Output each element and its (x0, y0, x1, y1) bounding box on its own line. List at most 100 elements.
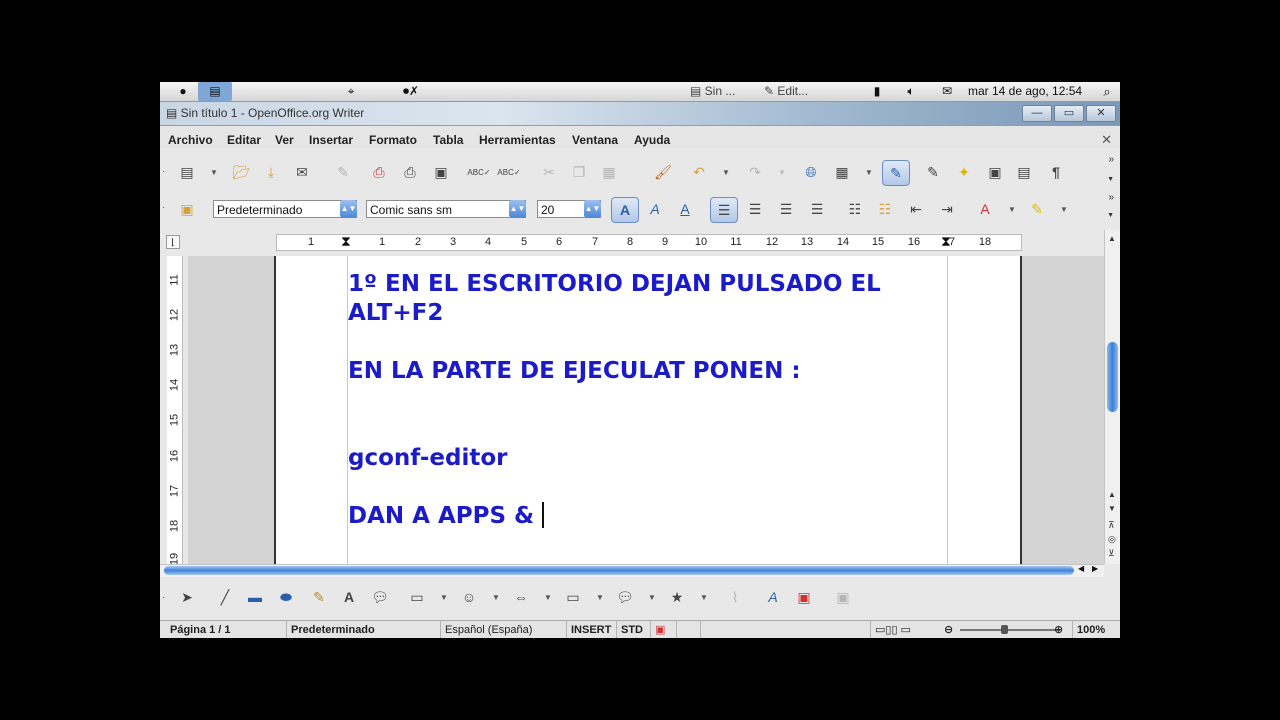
menu-editar[interactable]: Editar (227, 126, 261, 154)
document-paragraph[interactable] (348, 473, 948, 502)
zoom-out-icon[interactable]: ⊖ (944, 621, 953, 638)
mail-icon[interactable]: ✉ (938, 82, 956, 101)
zoom-level[interactable]: 100% (1072, 621, 1120, 638)
gallery-icon[interactable]: ▣ (984, 161, 1006, 183)
toolbar-grip-2[interactable]: · (162, 202, 165, 213)
next-page-icon[interactable]: ⊻ (1108, 548, 1115, 559)
flowchart-icon[interactable]: ▭ (562, 586, 584, 608)
font-color-icon[interactable]: A (974, 198, 996, 220)
new-document-icon[interactable]: ▤ (176, 161, 198, 183)
symbol-shapes-dropdown-icon[interactable]: ▼ (492, 593, 500, 602)
spellcheck-icon[interactable]: ABC✓ (467, 161, 490, 183)
align-right-icon[interactable]: ☰ (775, 198, 797, 220)
toolbar-dropdown-icon-2[interactable]: ▼ (1107, 212, 1114, 219)
symbol-shapes-icon[interactable]: ☺ (458, 586, 480, 608)
block-arrows-icon[interactable]: ⇔ (510, 586, 532, 608)
search-icon[interactable]: ⌕ (1098, 82, 1116, 101)
taskbar-item-editor[interactable]: ✎ Edit... (764, 82, 840, 101)
apple-icon[interactable]: ● (174, 82, 192, 101)
font-name-select[interactable]: Comic sans sm ▲▼ (366, 200, 526, 218)
highlight-dropdown-icon[interactable]: ▼ (1060, 205, 1068, 214)
data-sources-icon[interactable]: ▤ (1013, 161, 1035, 183)
table-dropdown-icon[interactable]: ▼ (865, 168, 873, 177)
language[interactable]: Español (España) (440, 621, 564, 638)
undo-dropdown-icon[interactable]: ▼ (722, 168, 730, 177)
menu-ayuda[interactable]: Ayuda (634, 126, 670, 154)
toolbar-grip[interactable]: · (162, 166, 165, 177)
page-count[interactable]: Página 1 / 1 (166, 621, 282, 638)
undo-icon[interactable]: ↶ (688, 161, 710, 183)
line-icon[interactable]: ╱ (214, 586, 236, 608)
toolbar-grip-3[interactable]: · (162, 592, 165, 603)
highlight-icon[interactable]: ✎ (1026, 198, 1048, 220)
menu-archivo[interactable]: Archivo (168, 126, 213, 154)
font-dropdown-icon[interactable]: ▲▼ (509, 200, 526, 218)
clock[interactable]: mar 14 de ago, 12:54 (968, 82, 1082, 101)
autospellcheck-icon[interactable]: ABC✓ (497, 161, 520, 183)
rectangle-icon[interactable]: ▬ (244, 586, 266, 608)
paragraph-style-select[interactable]: Predeterminado ▲▼ (213, 200, 357, 218)
justify-icon[interactable]: ☰ (806, 198, 828, 220)
basic-shapes-dropdown-icon[interactable]: ▼ (440, 593, 448, 602)
menu-formato[interactable]: Formato (369, 126, 417, 154)
callouts-dropdown-icon[interactable]: ▼ (648, 593, 656, 602)
document-page[interactable]: 1º EN EL ESCRITORIO DEJAN PULSADO EL ALT… (274, 256, 1022, 564)
redo-dropdown-icon[interactable]: ▼ (778, 168, 786, 177)
styles-icon[interactable]: ▣ (176, 198, 198, 220)
document-modified-icon[interactable]: ▣ (650, 621, 676, 638)
callouts-icon[interactable]: 💬︎ (614, 586, 636, 608)
open-icon[interactable]: 📂︎ (230, 161, 252, 183)
numbering-icon[interactable]: ☷ (844, 198, 866, 220)
record-icon[interactable]: ⏺✗ (394, 82, 428, 101)
print-icon[interactable]: ⎙ (399, 161, 421, 183)
chevron-down-icon[interactable]: ▼ (210, 168, 218, 177)
align-center-icon[interactable]: ☰ (744, 198, 766, 220)
bold-icon[interactable]: A (611, 197, 639, 223)
document-icon[interactable]: ▤ (198, 82, 232, 101)
vertical-scroll-thumb[interactable] (1107, 342, 1118, 412)
font-size-select[interactable]: 20 ▲▼ (537, 200, 601, 218)
network-icon[interactable]: ⌖ (342, 82, 360, 101)
zoom-in-icon[interactable]: ⊕ (1054, 621, 1063, 638)
scroll-up-icon[interactable]: ▲ (1108, 234, 1116, 243)
vertical-scrollbar[interactable]: ▲ ▲ ▼ ⊼ ◎ ⊻ (1104, 230, 1120, 564)
horizontal-scroll-thumb[interactable] (164, 566, 1074, 575)
basic-shapes-icon[interactable]: ▭ (406, 586, 428, 608)
document-paragraph-current[interactable]: DAN A APPS & (348, 502, 948, 531)
battery-icon[interactable]: ▮ (868, 82, 886, 101)
cut-icon[interactable]: ✂ (538, 161, 560, 183)
page-style[interactable]: Predeterminado (286, 621, 438, 638)
ruler-strip[interactable]: 1 1 2 3 4 5 6 7 8 9 10 11 12 13 14 15 16… (276, 233, 1022, 251)
tab-stop-icon[interactable]: ⌊ (166, 235, 180, 249)
maximize-button[interactable]: ▭ (1054, 105, 1084, 122)
freeform-icon[interactable]: ✎ (308, 586, 330, 608)
save-icon[interactable]: ⤓ (260, 161, 282, 183)
taskbar-item-document[interactable]: ▤ Sin ... (690, 82, 760, 101)
toolbar-more-icon-2[interactable]: » (1108, 192, 1114, 203)
email-icon[interactable]: ✉ (291, 161, 313, 183)
scroll-down-icon[interactable]: ▼ (1108, 504, 1116, 513)
scroll-up-small-icon[interactable]: ▲ (1108, 490, 1116, 499)
stars-icon[interactable]: ★ (666, 586, 688, 608)
menu-herramientas[interactable]: Herramientas (479, 126, 556, 154)
font-color-dropdown-icon[interactable]: ▼ (1008, 205, 1016, 214)
hyperlink-icon[interactable]: 🌐︎ (800, 161, 822, 183)
selection-mode[interactable]: STD (616, 621, 646, 638)
minimize-button[interactable]: — (1022, 105, 1052, 122)
right-indent-marker-icon[interactable]: ⧗ (941, 233, 951, 250)
window-titlebar[interactable]: ▤ Sin título 1 - OpenOffice.org Writer —… (160, 102, 1120, 126)
size-dropdown-icon[interactable]: ▲▼ (584, 200, 601, 218)
redo-icon[interactable]: ↷ (744, 161, 766, 183)
zoom-slider-knob[interactable] (1001, 625, 1008, 634)
digital-signature-cell[interactable] (676, 621, 700, 638)
document-paragraph[interactable] (348, 386, 948, 415)
horizontal-ruler[interactable]: ⌊ 1 1 2 3 4 5 6 7 8 9 10 11 12 13 14 15 … (160, 230, 1120, 252)
style-dropdown-icon[interactable]: ▲▼ (340, 200, 357, 218)
document-area[interactable]: 1º EN EL ESCRITORIO DEJAN PULSADO EL ALT… (188, 256, 1104, 564)
volume-icon[interactable]: 🔈︎ (902, 82, 920, 101)
document-paragraph[interactable]: EN LA PARTE DE EJECULAT PONEN : (348, 357, 948, 386)
previous-page-icon[interactable]: ⊼ (1108, 520, 1115, 531)
select-arrow-icon[interactable]: ➤ (176, 586, 198, 608)
scroll-left-icon[interactable]: ◀ (1078, 564, 1084, 573)
navigation-icon[interactable]: ◎ (1108, 534, 1116, 545)
